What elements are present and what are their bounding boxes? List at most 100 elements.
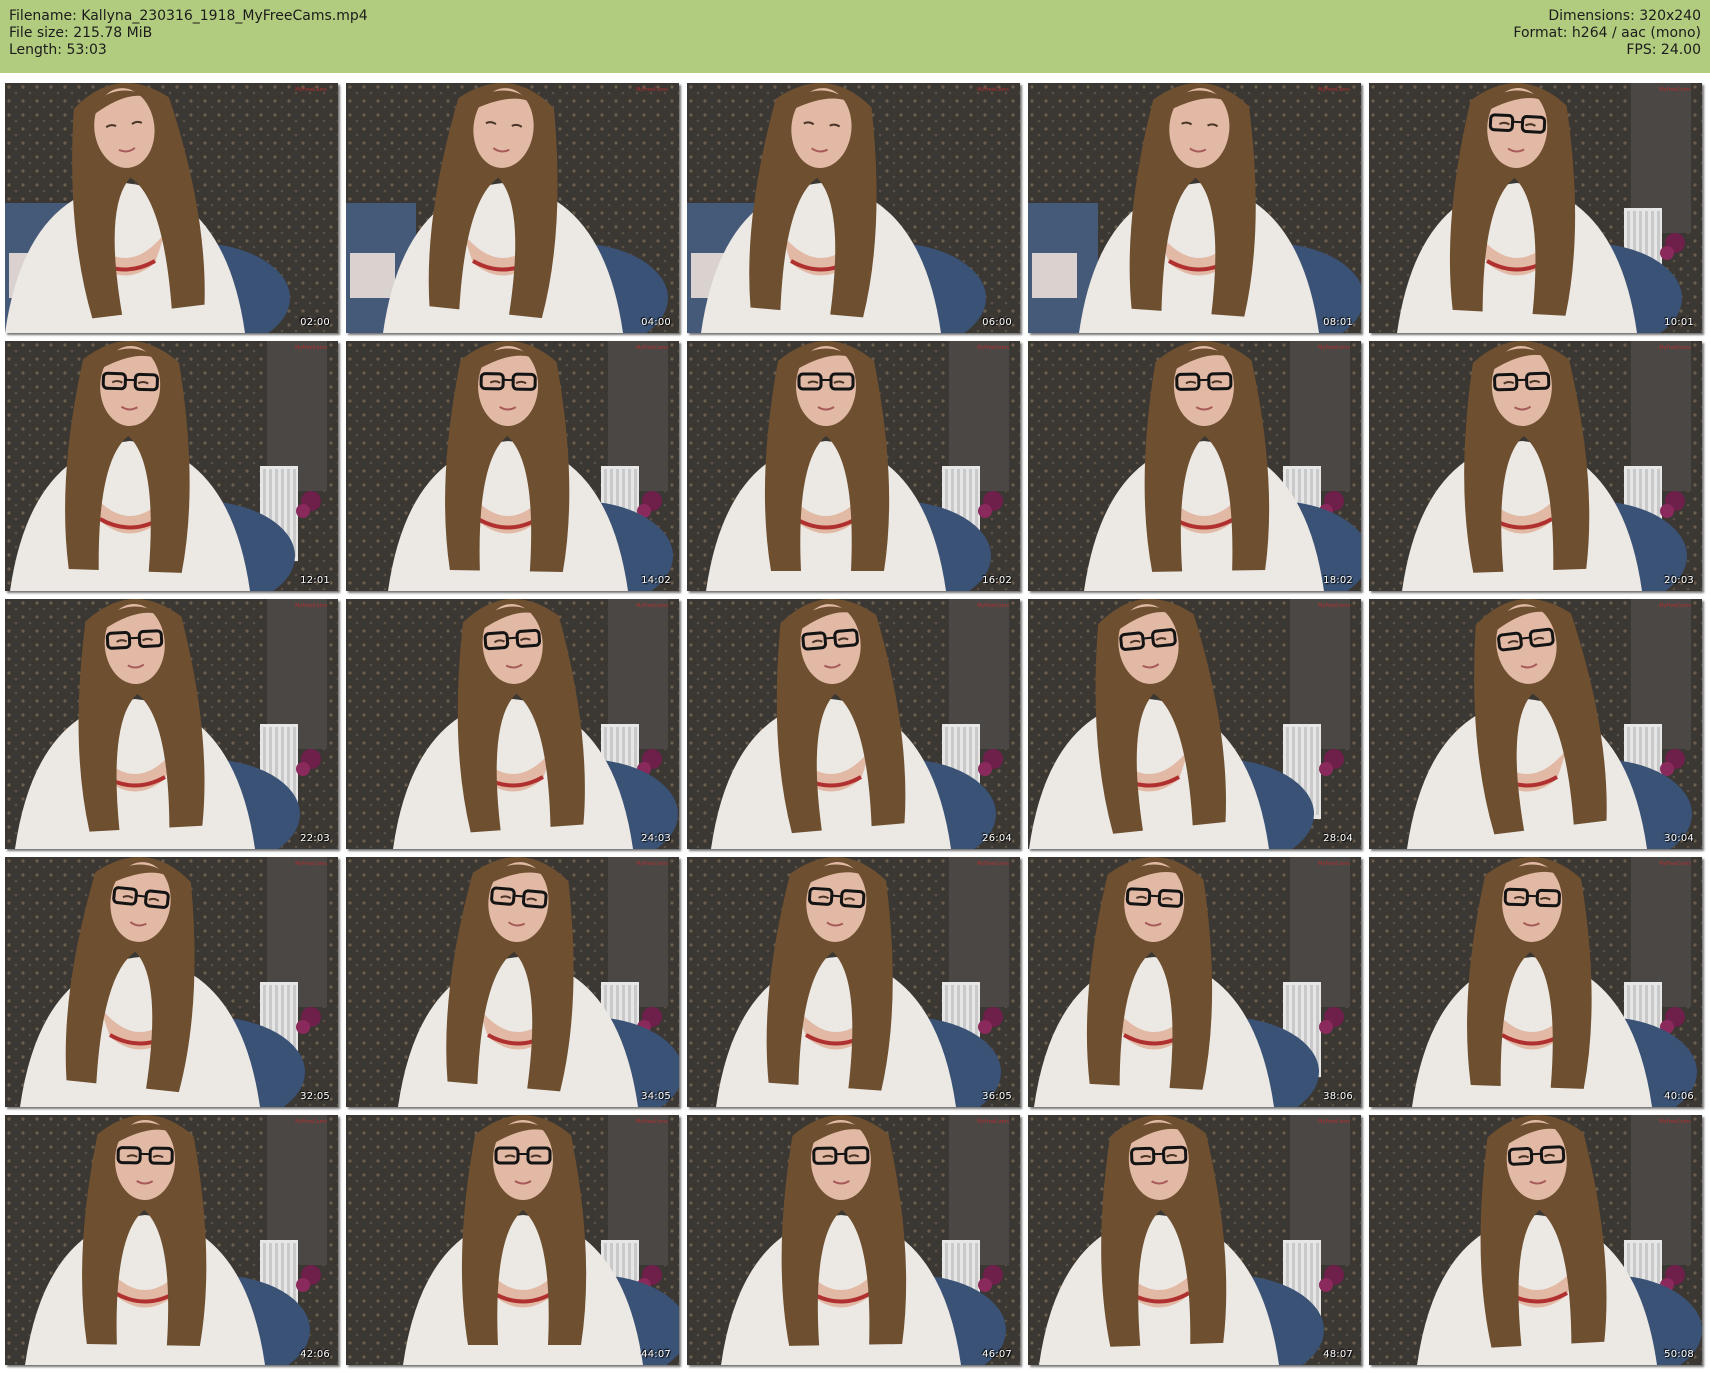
timestamp-label: 32:05 (300, 1091, 330, 1102)
svg-text:MyFreeCams: MyFreeCams (1318, 603, 1350, 609)
video-thumbnail[interactable]: MyFreeCams 34:05 (346, 857, 679, 1107)
frame-image: MyFreeCams (687, 1115, 1020, 1365)
video-thumbnail[interactable]: MyFreeCams 44:07 (346, 1115, 679, 1365)
frame-image: MyFreeCams (1028, 341, 1361, 591)
frame-image: MyFreeCams (346, 341, 679, 591)
frame-image: MyFreeCams (687, 341, 1020, 591)
length-text: Length: 53:03 (9, 42, 107, 58)
frame-image: MyFreeCams (687, 599, 1020, 849)
svg-text:MyFreeCams: MyFreeCams (977, 861, 1009, 867)
video-thumbnail[interactable]: MyFreeCams 30:04 (1369, 599, 1702, 849)
frame-image: MyFreeCams (1369, 857, 1702, 1107)
frame-image: MyFreeCams (1028, 857, 1361, 1107)
video-thumbnail[interactable]: MyFreeCams 12:01 (5, 341, 338, 591)
frame-image: MyFreeCams (346, 599, 679, 849)
timestamp-label: 04:00 (641, 317, 671, 328)
svg-text:MyFreeCams: MyFreeCams (977, 87, 1009, 93)
svg-text:MyFreeCams: MyFreeCams (977, 345, 1009, 351)
timestamp-label: 38:06 (1323, 1091, 1353, 1102)
svg-text:MyFreeCams: MyFreeCams (1659, 1119, 1691, 1125)
video-thumbnail[interactable]: MyFreeCams 10:01 (1369, 83, 1702, 333)
timestamp-label: 40:06 (1664, 1091, 1694, 1102)
timestamp-label: 28:04 (1323, 833, 1353, 844)
frame-image: MyFreeCams (346, 1115, 679, 1365)
info-header: Filename: Kallyna_230316_1918_MyFreeCams… (0, 0, 1710, 73)
frame-image: MyFreeCams (5, 341, 338, 591)
timestamp-label: 12:01 (300, 575, 330, 586)
frame-image: MyFreeCams (346, 857, 679, 1107)
timestamp-label: 10:01 (1664, 317, 1694, 328)
svg-text:MyFreeCams: MyFreeCams (1318, 1119, 1350, 1125)
video-thumbnail[interactable]: MyFreeCams 48:07 (1028, 1115, 1361, 1365)
svg-text:MyFreeCams: MyFreeCams (1659, 603, 1691, 609)
frame-image: MyFreeCams (5, 599, 338, 849)
frame-image: MyFreeCams (5, 83, 338, 333)
video-thumbnail[interactable]: MyFreeCams 14:02 (346, 341, 679, 591)
timestamp-label: 50:08 (1664, 1349, 1694, 1360)
video-thumbnail[interactable]: MyFreeCams 24:03 (346, 599, 679, 849)
video-thumbnail[interactable]: MyFreeCams 46:07 (687, 1115, 1020, 1365)
timestamp-label: 36:05 (982, 1091, 1012, 1102)
svg-text:MyFreeCams: MyFreeCams (295, 861, 327, 867)
file-info: Filename: Kallyna_230316_1918_MyFreeCams… (9, 8, 368, 59)
video-thumbnail[interactable]: MyFreeCams 28:04 (1028, 599, 1361, 849)
video-thumbnail[interactable]: MyFreeCams 38:06 (1028, 857, 1361, 1107)
svg-text:MyFreeCams: MyFreeCams (295, 1119, 327, 1125)
timestamp-label: 16:02 (982, 575, 1012, 586)
timestamp-label: 18:02 (1323, 575, 1353, 586)
frame-image: MyFreeCams (1028, 599, 1361, 849)
timestamp-label: 22:03 (300, 833, 330, 844)
dimensions-text: Dimensions: 320x240 (1548, 8, 1701, 24)
timestamp-label: 08:01 (1323, 317, 1353, 328)
timestamp-label: 06:00 (982, 317, 1012, 328)
timestamp-label: 20:03 (1664, 575, 1694, 586)
timestamp-label: 30:04 (1664, 833, 1694, 844)
frame-image: MyFreeCams (687, 857, 1020, 1107)
svg-text:MyFreeCams: MyFreeCams (1659, 861, 1691, 867)
timestamp-label: 42:06 (300, 1349, 330, 1360)
timestamp-label: 24:03 (641, 833, 671, 844)
video-thumbnail[interactable]: MyFreeCams 08:01 (1028, 83, 1361, 333)
timestamp-label: 46:07 (982, 1349, 1012, 1360)
stream-info: Dimensions: 320x240 Format: h264 / aac (… (1513, 8, 1701, 59)
frame-image: MyFreeCams (5, 857, 338, 1107)
filename-text: Filename: Kallyna_230316_1918_MyFreeCams… (9, 8, 368, 24)
svg-text:MyFreeCams: MyFreeCams (295, 603, 327, 609)
video-thumbnail[interactable]: MyFreeCams 02:00 (5, 83, 338, 333)
video-thumbnail[interactable]: MyFreeCams 22:03 (5, 599, 338, 849)
svg-text:MyFreeCams: MyFreeCams (636, 861, 668, 867)
video-thumbnail[interactable]: MyFreeCams 18:02 (1028, 341, 1361, 591)
video-thumbnail[interactable]: MyFreeCams 50:08 (1369, 1115, 1702, 1365)
format-text: Format: h264 / aac (mono) (1513, 25, 1701, 41)
svg-text:MyFreeCams: MyFreeCams (1318, 861, 1350, 867)
svg-text:MyFreeCams: MyFreeCams (295, 345, 327, 351)
video-thumbnail[interactable]: MyFreeCams 26:04 (687, 599, 1020, 849)
frame-image: MyFreeCams (1369, 599, 1702, 849)
svg-text:MyFreeCams: MyFreeCams (295, 87, 327, 93)
video-thumbnail[interactable]: MyFreeCams 32:05 (5, 857, 338, 1107)
frame-image: MyFreeCams (346, 83, 679, 333)
svg-text:MyFreeCams: MyFreeCams (636, 87, 668, 93)
video-thumbnail[interactable]: MyFreeCams 16:02 (687, 341, 1020, 591)
svg-text:MyFreeCams: MyFreeCams (636, 1119, 668, 1125)
svg-text:MyFreeCams: MyFreeCams (1318, 345, 1350, 351)
svg-text:MyFreeCams: MyFreeCams (636, 345, 668, 351)
svg-text:MyFreeCams: MyFreeCams (977, 603, 1009, 609)
timestamp-label: 48:07 (1323, 1349, 1353, 1360)
frame-image: MyFreeCams (687, 83, 1020, 333)
video-thumbnail[interactable]: MyFreeCams 06:00 (687, 83, 1020, 333)
timestamp-label: 34:05 (641, 1091, 671, 1102)
video-thumbnail[interactable]: MyFreeCams 20:03 (1369, 341, 1702, 591)
timestamp-label: 26:04 (982, 833, 1012, 844)
video-thumbnail[interactable]: MyFreeCams 04:00 (346, 83, 679, 333)
svg-text:MyFreeCams: MyFreeCams (1659, 345, 1691, 351)
frame-image: MyFreeCams (5, 1115, 338, 1365)
video-thumbnail[interactable]: MyFreeCams 36:05 (687, 857, 1020, 1107)
filesize-text: File size: 215.78 MiB (9, 25, 153, 41)
frame-image: MyFreeCams (1369, 1115, 1702, 1365)
timestamp-label: 44:07 (641, 1349, 671, 1360)
svg-text:MyFreeCams: MyFreeCams (1659, 87, 1691, 93)
frame-image: MyFreeCams (1028, 1115, 1361, 1365)
video-thumbnail[interactable]: MyFreeCams 40:06 (1369, 857, 1702, 1107)
video-thumbnail[interactable]: MyFreeCams 42:06 (5, 1115, 338, 1365)
